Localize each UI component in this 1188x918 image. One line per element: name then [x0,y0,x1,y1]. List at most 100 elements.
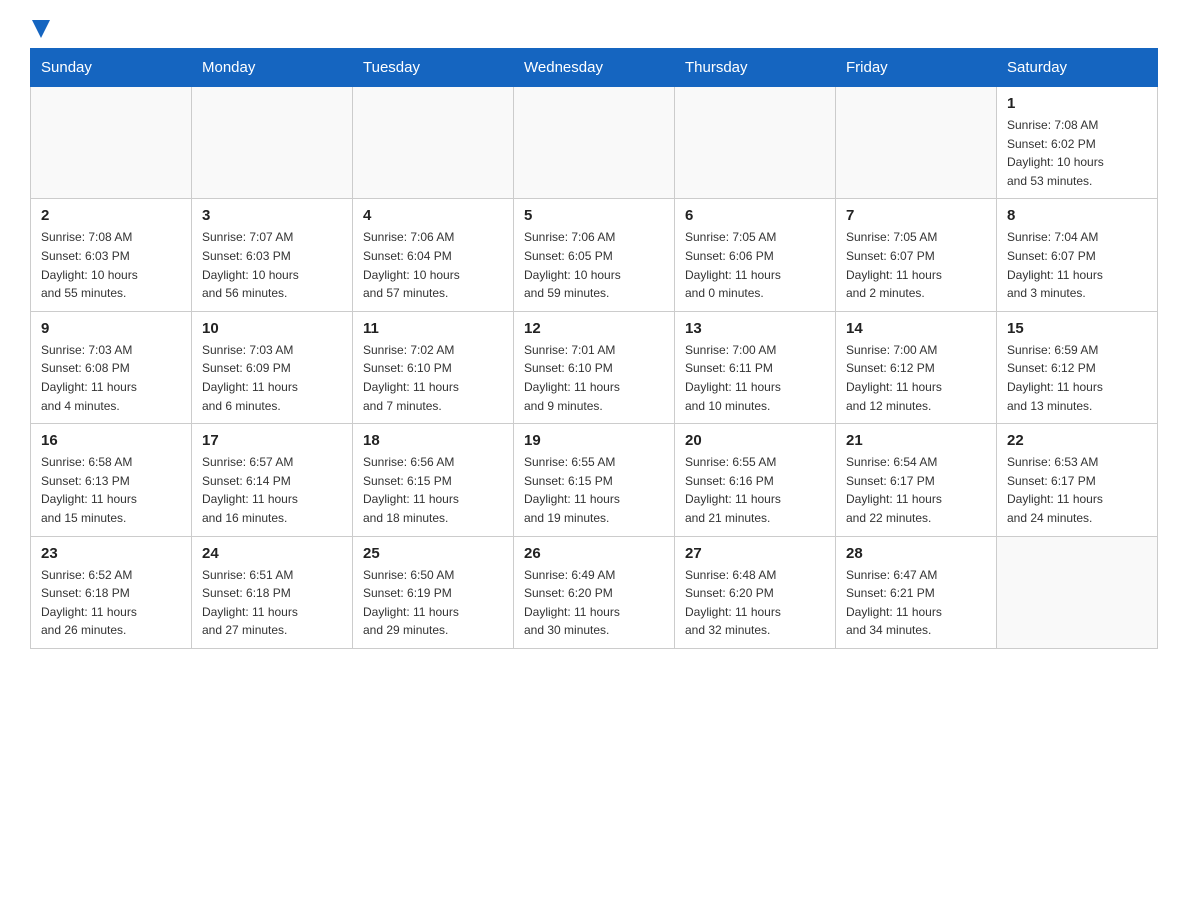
day-number: 14 [846,320,986,337]
day-number: 21 [846,432,986,449]
calendar-cell: 9 Sunrise: 7:03 AMSunset: 6:08 PMDaylight… [31,311,192,423]
day-info: Sunrise: 7:05 AMSunset: 6:06 PMDaylight:… [685,228,825,302]
logo [30,20,50,38]
day-number: 3 [202,207,342,224]
day-info: Sunrise: 6:49 AMSunset: 6:20 PMDaylight:… [524,566,664,640]
day-info: Sunrise: 6:47 AMSunset: 6:21 PMDaylight:… [846,566,986,640]
day-info: Sunrise: 6:58 AMSunset: 6:13 PMDaylight:… [41,453,181,527]
calendar-cell: 24 Sunrise: 6:51 AMSunset: 6:18 PMDayligh… [192,536,353,648]
day-number: 7 [846,207,986,224]
day-info: Sunrise: 7:02 AMSunset: 6:10 PMDaylight:… [363,341,503,415]
day-number: 8 [1007,207,1147,224]
calendar-cell [997,536,1158,648]
day-info: Sunrise: 6:50 AMSunset: 6:19 PMDaylight:… [363,566,503,640]
day-number: 4 [363,207,503,224]
day-info: Sunrise: 7:05 AMSunset: 6:07 PMDaylight:… [846,228,986,302]
day-info: Sunrise: 7:06 AMSunset: 6:04 PMDaylight:… [363,228,503,302]
day-number: 2 [41,207,181,224]
day-number: 27 [685,545,825,562]
day-number: 25 [363,545,503,562]
day-info: Sunrise: 7:03 AMSunset: 6:08 PMDaylight:… [41,341,181,415]
calendar-table: SundayMondayTuesdayWednesdayThursdayFrid… [30,48,1158,649]
calendar-cell: 16 Sunrise: 6:58 AMSunset: 6:13 PMDayligh… [31,424,192,536]
day-info: Sunrise: 7:00 AMSunset: 6:12 PMDaylight:… [846,341,986,415]
calendar-cell: 10 Sunrise: 7:03 AMSunset: 6:09 PMDayligh… [192,311,353,423]
calendar-cell: 3 Sunrise: 7:07 AMSunset: 6:03 PMDaylight… [192,199,353,311]
day-header-thursday: Thursday [675,49,836,87]
week-row-2: 2 Sunrise: 7:08 AMSunset: 6:03 PMDaylight… [31,199,1158,311]
day-number: 19 [524,432,664,449]
calendar-cell: 21 Sunrise: 6:54 AMSunset: 6:17 PMDayligh… [836,424,997,536]
week-row-1: 1 Sunrise: 7:08 AMSunset: 6:02 PMDaylight… [31,87,1158,199]
calendar-cell: 14 Sunrise: 7:00 AMSunset: 6:12 PMDayligh… [836,311,997,423]
calendar-cell: 2 Sunrise: 7:08 AMSunset: 6:03 PMDaylight… [31,199,192,311]
calendar-body: 1 Sunrise: 7:08 AMSunset: 6:02 PMDaylight… [31,87,1158,649]
calendar-cell: 1 Sunrise: 7:08 AMSunset: 6:02 PMDaylight… [997,87,1158,199]
day-number: 26 [524,545,664,562]
day-info: Sunrise: 6:59 AMSunset: 6:12 PMDaylight:… [1007,341,1147,415]
day-info: Sunrise: 6:52 AMSunset: 6:18 PMDaylight:… [41,566,181,640]
calendar-cell: 25 Sunrise: 6:50 AMSunset: 6:19 PMDayligh… [353,536,514,648]
day-number: 10 [202,320,342,337]
day-info: Sunrise: 7:08 AMSunset: 6:03 PMDaylight:… [41,228,181,302]
calendar-cell [836,87,997,199]
day-number: 12 [524,320,664,337]
logo-triangle-icon [32,20,50,38]
day-number: 13 [685,320,825,337]
calendar-cell: 4 Sunrise: 7:06 AMSunset: 6:04 PMDaylight… [353,199,514,311]
day-info: Sunrise: 7:04 AMSunset: 6:07 PMDaylight:… [1007,228,1147,302]
calendar-cell: 13Sunrise: 7:00 AMSunset: 6:11 PMDayligh… [675,311,836,423]
day-number: 22 [1007,432,1147,449]
day-info: Sunrise: 7:06 AMSunset: 6:05 PMDaylight:… [524,228,664,302]
day-info: Sunrise: 7:07 AMSunset: 6:03 PMDaylight:… [202,228,342,302]
day-header-row: SundayMondayTuesdayWednesdayThursdayFrid… [31,49,1158,87]
day-info: Sunrise: 6:51 AMSunset: 6:18 PMDaylight:… [202,566,342,640]
day-info: Sunrise: 7:03 AMSunset: 6:09 PMDaylight:… [202,341,342,415]
calendar-cell: 15 Sunrise: 6:59 AMSunset: 6:12 PMDayligh… [997,311,1158,423]
day-info: Sunrise: 6:57 AMSunset: 6:14 PMDaylight:… [202,453,342,527]
calendar-cell: 18Sunrise: 6:56 AMSunset: 6:15 PMDayligh… [353,424,514,536]
calendar-cell: 12 Sunrise: 7:01 AMSunset: 6:10 PMDayligh… [514,311,675,423]
page-header [30,20,1158,38]
day-number: 6 [685,207,825,224]
calendar-cell: 5Sunrise: 7:06 AMSunset: 6:05 PMDaylight… [514,199,675,311]
day-number: 24 [202,545,342,562]
calendar-cell: 22Sunrise: 6:53 AMSunset: 6:17 PMDayligh… [997,424,1158,536]
day-number: 20 [685,432,825,449]
day-number: 1 [1007,95,1147,112]
day-info: Sunrise: 7:01 AMSunset: 6:10 PMDaylight:… [524,341,664,415]
day-number: 16 [41,432,181,449]
calendar-header: SundayMondayTuesdayWednesdayThursdayFrid… [31,49,1158,87]
day-number: 9 [41,320,181,337]
week-row-3: 9 Sunrise: 7:03 AMSunset: 6:08 PMDaylight… [31,311,1158,423]
day-number: 18 [363,432,503,449]
day-header-wednesday: Wednesday [514,49,675,87]
day-header-monday: Monday [192,49,353,87]
day-header-tuesday: Tuesday [353,49,514,87]
calendar-cell: 8 Sunrise: 7:04 AMSunset: 6:07 PMDaylight… [997,199,1158,311]
day-info: Sunrise: 7:08 AMSunset: 6:02 PMDaylight:… [1007,116,1147,190]
calendar-cell: 19 Sunrise: 6:55 AMSunset: 6:15 PMDayligh… [514,424,675,536]
day-info: Sunrise: 6:48 AMSunset: 6:20 PMDaylight:… [685,566,825,640]
calendar-cell [192,87,353,199]
day-number: 23 [41,545,181,562]
day-number: 15 [1007,320,1147,337]
calendar-cell: 17Sunrise: 6:57 AMSunset: 6:14 PMDayligh… [192,424,353,536]
day-number: 28 [846,545,986,562]
week-row-4: 16 Sunrise: 6:58 AMSunset: 6:13 PMDayligh… [31,424,1158,536]
week-row-5: 23 Sunrise: 6:52 AMSunset: 6:18 PMDayligh… [31,536,1158,648]
day-info: Sunrise: 6:54 AMSunset: 6:17 PMDaylight:… [846,453,986,527]
calendar-cell: 28 Sunrise: 6:47 AMSunset: 6:21 PMDayligh… [836,536,997,648]
calendar-cell: 20 Sunrise: 6:55 AMSunset: 6:16 PMDayligh… [675,424,836,536]
day-number: 11 [363,320,503,337]
day-header-sunday: Sunday [31,49,192,87]
day-info: Sunrise: 6:55 AMSunset: 6:16 PMDaylight:… [685,453,825,527]
calendar-cell [514,87,675,199]
calendar-cell: 7 Sunrise: 7:05 AMSunset: 6:07 PMDaylight… [836,199,997,311]
calendar-cell: 23 Sunrise: 6:52 AMSunset: 6:18 PMDayligh… [31,536,192,648]
calendar-cell: 11 Sunrise: 7:02 AMSunset: 6:10 PMDayligh… [353,311,514,423]
calendar-cell [675,87,836,199]
day-header-saturday: Saturday [997,49,1158,87]
calendar-cell [353,87,514,199]
day-info: Sunrise: 6:55 AMSunset: 6:15 PMDaylight:… [524,453,664,527]
